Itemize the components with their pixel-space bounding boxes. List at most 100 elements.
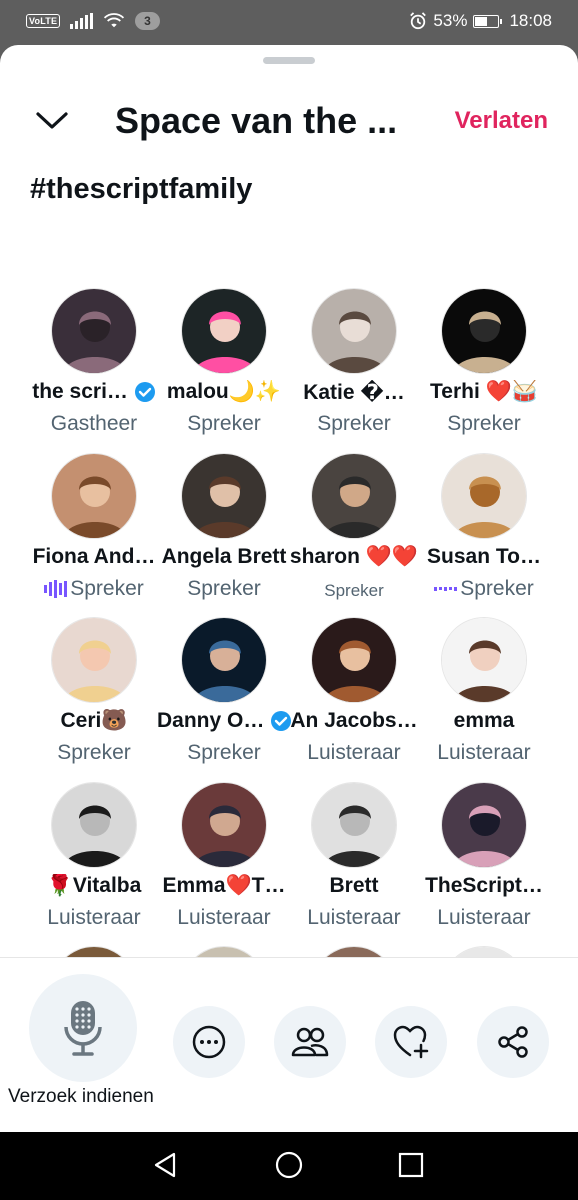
- participant-role: Luisteraar: [419, 906, 549, 930]
- participant-name-text: Susan To…: [427, 544, 541, 568]
- people-icon: [291, 1027, 329, 1057]
- share-button[interactable]: [477, 1006, 549, 1078]
- participant-card[interactable]: Katie �… Spreker: [289, 288, 419, 453]
- avatar-image: [312, 782, 396, 867]
- system-navigation-bar: [0, 1132, 578, 1200]
- participant-name: malou🌙✨: [157, 380, 291, 404]
- heart-plus-icon: [393, 1025, 429, 1059]
- participant-card[interactable]: Danny O… Spreker: [157, 617, 291, 782]
- participant-role-text: Luisteraar: [177, 905, 271, 929]
- more-button[interactable]: [173, 1006, 245, 1078]
- participant-role: Spreker: [29, 741, 159, 765]
- participant-role-text: Spreker: [324, 580, 384, 600]
- participant-card[interactable]: Susan To… Spreker: [419, 452, 549, 618]
- leave-button[interactable]: Verlaten: [455, 107, 548, 135]
- collapse-button[interactable]: [30, 103, 74, 139]
- participant-name: Brett: [287, 874, 421, 898]
- participant-name-text: Emma❤️T…: [162, 873, 286, 897]
- participant-name: Angela Brett: [157, 545, 291, 569]
- participant-name: An Jacobs…: [287, 709, 421, 733]
- participant-card[interactable]: Fiona And… Spreker: [29, 452, 159, 618]
- participant-role-text: Luisteraar: [437, 741, 531, 764]
- participant-role: Gastheer: [29, 412, 159, 436]
- participant-card[interactable]: Ceri🐻 Spreker: [29, 617, 159, 782]
- request-to-speak-label: Verzoek indienen: [8, 1086, 154, 1107]
- participant-card[interactable]: sharon ❤️❤️ Spreker: [287, 452, 421, 618]
- avatar-image: [182, 618, 266, 702]
- participant-role: Spreker: [419, 412, 549, 436]
- participant-name: Danny O…: [157, 709, 291, 733]
- react-button[interactable]: [375, 1006, 447, 1078]
- back-nav-button[interactable]: [150, 1150, 180, 1180]
- battery-percent: 53%: [433, 11, 468, 30]
- avatar-image: [442, 289, 526, 373]
- participant-card[interactable]: 🌹Vitalba Luisteraar: [29, 781, 159, 947]
- avatar-image: [312, 289, 396, 373]
- avatar-image: [442, 618, 526, 702]
- microphone-icon: [64, 1001, 102, 1056]
- participant-role: Luisteraar: [289, 906, 419, 930]
- avatar: [51, 781, 137, 868]
- volte-indicator: VoLTE: [26, 14, 61, 28]
- participant-card[interactable]: Terhi ❤️🥁 Spreker: [419, 288, 549, 453]
- request-to-speak-button[interactable]: [29, 974, 137, 1082]
- participant-role-text: Luisteraar: [47, 905, 141, 929]
- avatar: [311, 617, 397, 703]
- verified-badge-icon: [134, 382, 155, 403]
- participant-card[interactable]: TheScript… Luisteraar: [417, 781, 551, 947]
- participant-name-text: the scri…: [32, 380, 128, 403]
- avatar-image: [182, 453, 266, 538]
- avatar: [51, 288, 137, 374]
- participant-name-text: Terhi ❤️🥁: [430, 380, 538, 403]
- participant-role-text: Spreker: [447, 412, 521, 435]
- avatar: [51, 452, 137, 539]
- signal-icon: [70, 13, 94, 29]
- notification-count-badge: 3: [135, 12, 160, 30]
- space-header: Space van the ... Verlaten: [0, 95, 578, 147]
- home-nav-button[interactable]: [274, 1150, 304, 1180]
- drag-handle[interactable]: [263, 57, 315, 64]
- participant-name-text: Angela Brett: [161, 544, 287, 568]
- avatar-image: [52, 453, 136, 538]
- speaking-indicator-icon: [434, 580, 458, 598]
- avatar: [181, 781, 267, 868]
- participant-card[interactable]: Emma❤️T… Luisteraar: [159, 781, 289, 947]
- participant-card[interactable]: Angela Brett Spreker: [157, 452, 291, 618]
- participant-name: sharon ❤️❤️: [287, 545, 421, 569]
- participant-name-text: 🌹Vitalba: [46, 873, 142, 897]
- participant-name: Terhi ❤️🥁: [417, 380, 551, 404]
- participant-role: Luisteraar: [419, 741, 549, 765]
- participant-role: Spreker: [419, 577, 549, 601]
- avatar-image: [182, 782, 266, 867]
- participant-card[interactable]: Brett Luisteraar: [287, 781, 421, 947]
- participant-role-text: Gastheer: [50, 412, 138, 435]
- recents-nav-button[interactable]: [396, 1150, 426, 1180]
- participant-name-text: Ceri🐻: [60, 709, 128, 732]
- participant-card[interactable]: emma Luisteraar: [419, 617, 549, 782]
- participant-card[interactable]: An Jacobs… Luisteraar: [289, 617, 419, 782]
- participant-role: Spreker: [289, 412, 419, 436]
- participants-button[interactable]: [274, 1006, 346, 1078]
- participant-role-text: Luisteraar: [437, 905, 531, 929]
- participant-name-text: Brett: [329, 873, 379, 897]
- avatar: [311, 452, 397, 539]
- participant-name: TheScript…: [417, 874, 551, 898]
- participant-role: Spreker: [159, 412, 289, 436]
- avatar-image: [182, 289, 266, 373]
- participant-role: Spreker: [159, 577, 289, 601]
- avatar-image: [442, 782, 526, 867]
- avatar-image: [442, 453, 526, 538]
- avatar: [181, 452, 267, 539]
- participant-name-text: Katie �…: [303, 381, 405, 404]
- avatar: [441, 781, 527, 868]
- participant-card[interactable]: malou🌙✨ Spreker: [159, 288, 289, 453]
- participant-card[interactable]: the scri… Gastheer: [29, 288, 159, 453]
- participant-role-text: Spreker: [187, 741, 261, 764]
- avatar: [181, 288, 267, 374]
- participant-name-text: TheScript…: [425, 873, 543, 897]
- participant-role-text: Luisteraar: [307, 905, 401, 929]
- avatar: [311, 781, 397, 868]
- avatar: [181, 617, 267, 703]
- participant-role: Luisteraar: [29, 906, 159, 930]
- space-sheet: Space van the ... Verlaten #thescriptfam…: [0, 45, 578, 1132]
